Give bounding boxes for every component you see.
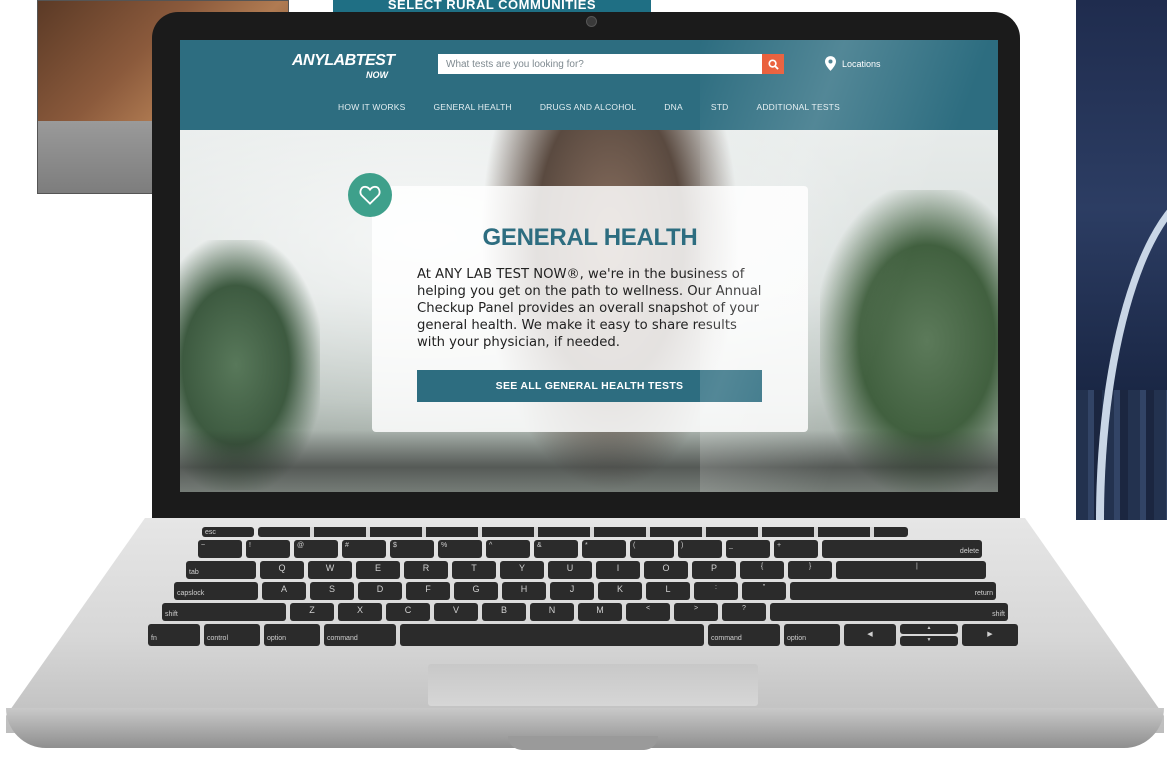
- see-all-tests-button[interactable]: SEE ALL GENERAL HEALTH TESTS: [417, 370, 762, 402]
- nav-dna[interactable]: DNA: [664, 102, 683, 112]
- key-c[interactable]: C: [386, 603, 430, 621]
- nav-drugs-and-alcohol[interactable]: DRUGS AND ALCOHOL: [540, 102, 636, 112]
- nav-general-health[interactable]: GENERAL HEALTH: [433, 102, 511, 112]
- key-v[interactable]: V: [434, 603, 478, 621]
- key-p[interactable]: P: [692, 561, 736, 579]
- laptop-notch: [508, 736, 658, 750]
- keyboard: esc ~ ! @ # $ % ^ & * ( ) _ + delete tab…: [140, 527, 1028, 652]
- arch-landmark: [1096, 180, 1167, 520]
- key-equals[interactable]: +: [774, 540, 818, 558]
- key-tab[interactable]: tab: [186, 561, 256, 579]
- key-9[interactable]: (: [630, 540, 674, 558]
- key-close-brace[interactable]: }: [788, 561, 832, 579]
- key-shift-left[interactable]: shift: [162, 603, 286, 621]
- hero-card: GENERAL HEALTH At ANY LAB TEST NOW®, we'…: [372, 186, 808, 432]
- key-i[interactable]: I: [596, 561, 640, 579]
- key-quote[interactable]: ": [742, 582, 786, 600]
- search-input[interactable]: [438, 55, 754, 73]
- hero-description: At ANY LAB TEST NOW®, we're in the busin…: [417, 267, 762, 350]
- key-t[interactable]: T: [452, 561, 496, 579]
- trackpad[interactable]: [428, 664, 758, 706]
- key-command-right[interactable]: command: [708, 624, 780, 646]
- key-return[interactable]: return: [790, 582, 996, 600]
- background-photo-right: [1076, 0, 1167, 520]
- key-b[interactable]: B: [482, 603, 526, 621]
- key-w[interactable]: W: [308, 561, 352, 579]
- key-s[interactable]: S: [310, 582, 354, 600]
- key-space[interactable]: [400, 624, 704, 646]
- key-3[interactable]: #: [342, 540, 386, 558]
- key-option-left[interactable]: option: [264, 624, 320, 646]
- key-2[interactable]: @: [294, 540, 338, 558]
- key-less-than[interactable]: <: [626, 603, 670, 621]
- key-1[interactable]: !: [246, 540, 290, 558]
- key-arrow-up[interactable]: ▲: [900, 624, 958, 634]
- key-option-right[interactable]: option: [784, 624, 840, 646]
- locations-link[interactable]: Locations: [825, 56, 881, 71]
- key-8[interactable]: *: [582, 540, 626, 558]
- key-4[interactable]: $: [390, 540, 434, 558]
- key-tilde[interactable]: ~: [198, 540, 242, 558]
- key-n[interactable]: N: [530, 603, 574, 621]
- search-icon: [767, 58, 779, 70]
- key-7[interactable]: &: [534, 540, 578, 558]
- hero-floor: [180, 430, 998, 492]
- key-fn[interactable]: fn: [148, 624, 200, 646]
- search-bar: [438, 54, 784, 74]
- key-greater-than[interactable]: >: [674, 603, 718, 621]
- heart-badge: [348, 173, 392, 217]
- key-minus[interactable]: _: [726, 540, 770, 558]
- key-j[interactable]: J: [550, 582, 594, 600]
- key-command-left[interactable]: command: [324, 624, 396, 646]
- nav-how-it-works[interactable]: HOW IT WORKS: [338, 102, 405, 112]
- key-u[interactable]: U: [548, 561, 592, 579]
- nav-std[interactable]: STD: [711, 102, 729, 112]
- heart-icon: [359, 185, 381, 205]
- nav-additional-tests[interactable]: ADDITIONAL TESTS: [756, 102, 840, 112]
- key-delete[interactable]: delete: [822, 540, 982, 558]
- key-d[interactable]: D: [358, 582, 402, 600]
- key-l[interactable]: L: [646, 582, 690, 600]
- key-r[interactable]: R: [404, 561, 448, 579]
- key-pipe[interactable]: |: [836, 561, 986, 579]
- key-f[interactable]: F: [406, 582, 450, 600]
- key-arrow-left[interactable]: ◀: [844, 624, 896, 646]
- key-f-row[interactable]: [258, 527, 908, 537]
- key-colon[interactable]: :: [694, 582, 738, 600]
- locations-label: Locations: [842, 58, 881, 69]
- key-o[interactable]: O: [644, 561, 688, 579]
- key-m[interactable]: M: [578, 603, 622, 621]
- key-e[interactable]: E: [356, 561, 400, 579]
- logo-sub: NOW: [366, 70, 388, 80]
- webcam-icon: [586, 16, 597, 27]
- key-y[interactable]: Y: [500, 561, 544, 579]
- key-a[interactable]: A: [262, 582, 306, 600]
- key-h[interactable]: H: [502, 582, 546, 600]
- key-open-brace[interactable]: {: [740, 561, 784, 579]
- location-pin-icon: [825, 56, 836, 71]
- key-x[interactable]: X: [338, 603, 382, 621]
- key-k[interactable]: K: [598, 582, 642, 600]
- key-q[interactable]: Q: [260, 561, 304, 579]
- main-nav: HOW IT WORKS GENERAL HEALTH DRUGS AND AL…: [180, 102, 998, 112]
- key-arrow-down[interactable]: ▼: [900, 636, 958, 646]
- key-z[interactable]: Z: [290, 603, 334, 621]
- site-logo[interactable]: ANYLABTEST NOW: [292, 50, 422, 84]
- laptop-screen: ANYLABTEST NOW Locations HOW IT WORKS GE…: [180, 40, 998, 492]
- search-button[interactable]: [762, 54, 784, 74]
- key-control[interactable]: control: [204, 624, 260, 646]
- key-5[interactable]: %: [438, 540, 482, 558]
- site-header: ANYLABTEST NOW Locations HOW IT WORKS GE…: [180, 40, 998, 130]
- key-arrow-right[interactable]: ▶: [962, 624, 1018, 646]
- key-question[interactable]: ?: [722, 603, 766, 621]
- logo-main: ANYLABTEST: [292, 52, 395, 69]
- hero-title: GENERAL HEALTH: [482, 224, 698, 251]
- key-shift-right[interactable]: shift: [770, 603, 1008, 621]
- key-capslock[interactable]: capslock: [174, 582, 258, 600]
- key-6[interactable]: ^: [486, 540, 530, 558]
- key-0[interactable]: ): [678, 540, 722, 558]
- key-g[interactable]: G: [454, 582, 498, 600]
- key-esc[interactable]: esc: [202, 527, 254, 537]
